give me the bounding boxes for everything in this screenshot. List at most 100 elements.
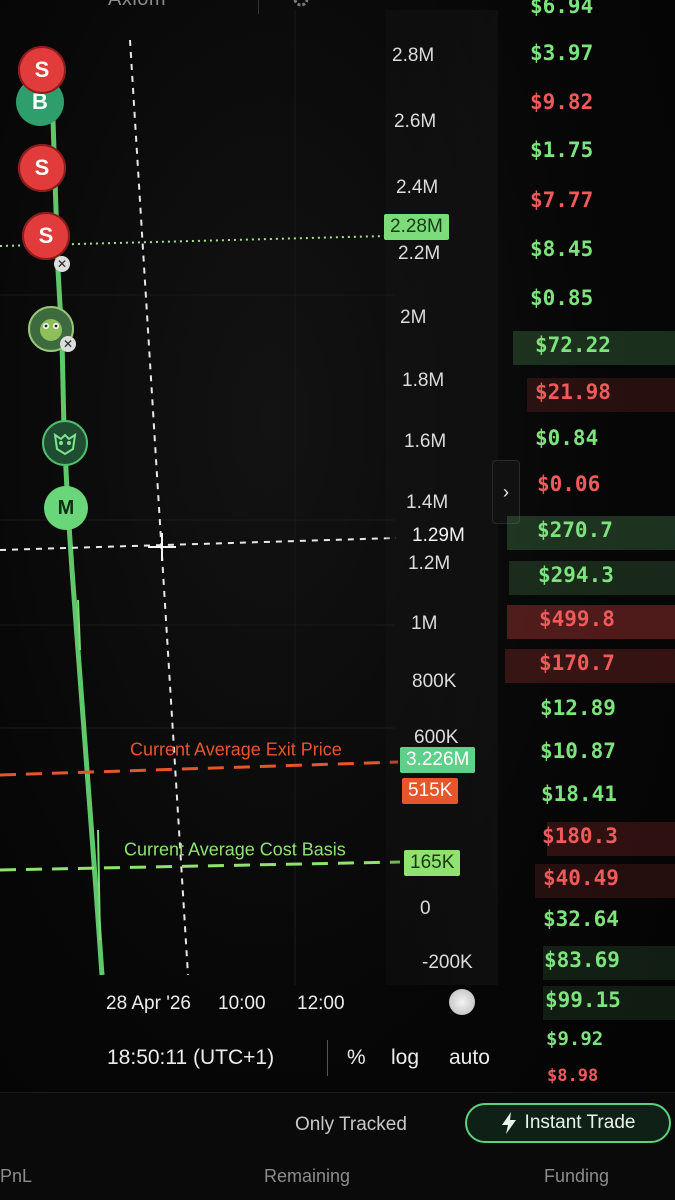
trade-row[interactable]: $3.97 <box>505 35 675 75</box>
trade-row[interactable]: $10.87 <box>505 733 675 773</box>
marker-label: S <box>34 155 50 180</box>
trade-value: $170.7 <box>539 651 615 675</box>
trade-row[interactable]: $9.82 <box>505 84 675 124</box>
cost-basis-line <box>0 860 401 872</box>
trade-value: $99.15 <box>545 988 621 1012</box>
owl-icon <box>53 432 77 456</box>
cost-line-label: Current Average Cost Basis <box>124 839 346 860</box>
trade-row[interactable]: $0.06 <box>505 466 675 506</box>
instant-trade-button[interactable]: Instant Trade <box>465 1103 671 1143</box>
crosshair-cursor <box>148 533 176 561</box>
trade-row[interactable]: $72.22 <box>505 327 675 367</box>
y-tick: 1.6M <box>404 431 447 452</box>
trade-value: $7.77 <box>530 188 594 212</box>
percent-toggle[interactable]: % <box>347 1046 366 1070</box>
trade-row[interactable]: $18.41 <box>505 776 675 816</box>
crosshair-price-tag: 1.29M <box>412 525 465 546</box>
trade-row[interactable]: $8.98 <box>505 1060 675 1090</box>
trade-row[interactable]: $0.85 <box>505 280 675 320</box>
crosshair-horizontal <box>0 537 397 551</box>
y-tick: 2.4M <box>396 177 439 198</box>
x-tick: 12:00 <box>297 993 345 1014</box>
instant-trade-label: Instant Trade <box>524 1112 636 1133</box>
trade-value: $18.41 <box>541 782 617 806</box>
clock-readout: 18:50:11 (UTC+1) <box>107 1046 275 1069</box>
exit-price-line <box>0 760 399 777</box>
trade-row[interactable]: $12.89 <box>505 690 675 730</box>
trade-value: $6.94 <box>530 0 594 18</box>
trade-row[interactable]: $8.45 <box>505 231 675 271</box>
trade-value: $0.85 <box>530 286 594 310</box>
trade-value: $499.8 <box>539 607 615 631</box>
trade-row[interactable]: $6.94 <box>505 0 675 28</box>
trade-row[interactable]: $7.77 <box>505 182 675 222</box>
gear-icon[interactable] <box>290 0 312 8</box>
trade-row[interactable]: $294.3 <box>505 557 675 597</box>
owl-marker[interactable] <box>42 420 88 466</box>
trade-row[interactable]: $170.7 <box>505 645 675 685</box>
only-tracked-toggle[interactable]: Only Tracked <box>295 1114 407 1136</box>
sell-marker[interactable]: S <box>18 46 66 94</box>
tab-funding[interactable]: Funding <box>544 1166 609 1187</box>
y-tick: 2.8M <box>392 45 435 66</box>
chart-settings-icon[interactable] <box>449 989 475 1015</box>
trade-row[interactable]: $40.49 <box>505 860 675 900</box>
y-tick: -200K <box>422 952 473 973</box>
tab-remaining[interactable]: Remaining <box>264 1166 350 1187</box>
trade-value: $10.87 <box>540 739 616 763</box>
y-tick: 1.8M <box>402 370 445 391</box>
trade-value: $0.06 <box>537 472 601 496</box>
crosshair-vertical <box>129 39 189 976</box>
trade-row[interactable]: $83.69 <box>505 942 675 982</box>
trade-value: $21.98 <box>535 380 611 404</box>
trade-row[interactable]: $180.3 <box>505 818 675 858</box>
exit-overlay-tag: 3.226M <box>400 747 476 773</box>
toolbar-divider <box>327 1040 328 1076</box>
trades-list: $6.94 $3.97 $9.82 $1.75 $7.77 $8.45 $0.8… <box>505 0 675 1090</box>
x-tick: 10:00 <box>218 993 266 1014</box>
trade-value: $72.22 <box>535 333 611 357</box>
trade-row[interactable]: $499.8 <box>505 601 675 641</box>
trade-value: $294.3 <box>538 563 614 587</box>
trade-row[interactable]: $0.84 <box>505 420 675 460</box>
trade-row[interactable]: $32.64 <box>505 901 675 941</box>
sell-marker[interactable]: S <box>22 212 70 260</box>
trade-value: $40.49 <box>543 866 619 890</box>
trade-value: $83.69 <box>544 948 620 972</box>
trade-value: $3.97 <box>530 41 594 65</box>
trade-row[interactable]: $270.7 <box>505 512 675 552</box>
trade-value: $12.89 <box>540 696 616 720</box>
sell-marker[interactable]: S <box>18 144 66 192</box>
y-tick: 2.2M <box>398 243 441 264</box>
trade-value: $180.3 <box>542 824 618 848</box>
log-toggle[interactable]: log <box>391 1046 419 1070</box>
trade-value: $32.64 <box>543 907 619 931</box>
x-tick: 28 Apr '26 <box>106 993 191 1014</box>
cost-basis-tag: 165K <box>404 850 461 876</box>
trade-value: $0.84 <box>535 426 599 450</box>
trade-row[interactable]: $9.92 <box>505 1022 675 1062</box>
close-icon[interactable]: ✕ <box>54 256 70 272</box>
tab-pnl[interactable]: PnL <box>0 1166 32 1187</box>
trade-row[interactable]: $99.15 <box>505 982 675 1022</box>
lightning-icon <box>501 1112 516 1134</box>
migration-marker[interactable]: M <box>44 486 88 530</box>
y-tick: 800K <box>412 671 457 692</box>
auto-toggle[interactable]: auto <box>449 1046 490 1070</box>
y-tick: 1.4M <box>406 492 449 513</box>
marker-label: M <box>57 496 75 519</box>
marker-label: S <box>38 223 54 248</box>
y-tick: 1M <box>411 613 438 634</box>
y-tick: 2.6M <box>394 111 437 132</box>
trade-value: $8.98 <box>547 1066 599 1086</box>
trade-row[interactable]: $1.75 <box>505 132 675 172</box>
trade-value: $9.92 <box>546 1028 604 1050</box>
trading-screen: Axiom <box>0 0 675 1200</box>
exit-line-label: Current Average Exit Price <box>130 739 342 760</box>
y-tick: 0 <box>420 898 431 919</box>
close-icon[interactable]: ✕ <box>60 336 76 352</box>
trade-row[interactable]: $21.98 <box>505 374 675 414</box>
y-tick: 600K <box>414 727 459 748</box>
marker-label: S <box>34 57 50 82</box>
y-tick: 1.2M <box>408 553 451 574</box>
